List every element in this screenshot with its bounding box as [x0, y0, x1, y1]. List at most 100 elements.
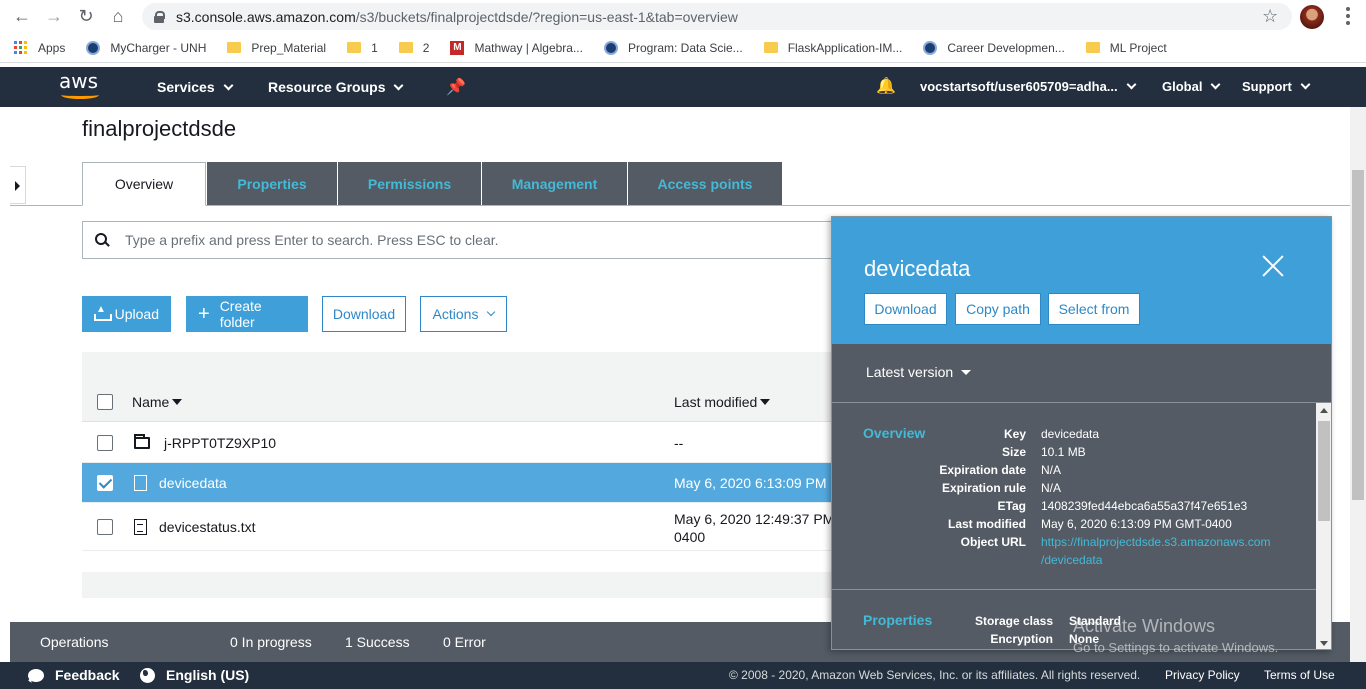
services-menu[interactable]: Services [157, 79, 234, 95]
properties-section-title: Properties [863, 612, 933, 628]
folder-icon [227, 42, 242, 53]
profile-avatar[interactable] [1300, 5, 1324, 29]
scroll-up-icon[interactable] [1320, 408, 1328, 413]
table-row[interactable]: devicestatus.txt May 6, 2020 12:49:37 PM… [82, 503, 842, 551]
bookmark-mycharger[interactable]: MyCharger - UNH [86, 40, 206, 55]
chevron-down-icon [1211, 79, 1221, 90]
table-header: Name Last modified [82, 382, 842, 422]
version-selector[interactable]: Latest version [832, 344, 1331, 403]
upload-button[interactable]: Upload [82, 296, 171, 332]
tab-management[interactable]: Management [482, 162, 628, 205]
panel-scrollbar[interactable] [1316, 403, 1331, 649]
operations-success: 1 Success [345, 634, 410, 650]
privacy-policy-link[interactable]: Privacy Policy [1165, 668, 1240, 682]
aws-navbar: aws Services Resource Groups 📌 🔔 vocstar… [0, 67, 1366, 107]
select-all-checkbox[interactable] [97, 394, 113, 410]
row-checkbox[interactable] [97, 519, 113, 535]
panel-body: Overview Key devicedata Size 10.1 MB Exp… [832, 403, 1317, 649]
kv-key: Object URL [960, 535, 1026, 549]
table-row-selected[interactable]: devicedata May 6, 2020 6:13:09 PM [82, 463, 842, 503]
col-name-header[interactable]: Name [132, 394, 183, 410]
language-selector[interactable]: English (US) [166, 667, 249, 683]
tab-permissions[interactable]: Permissions [338, 162, 482, 205]
chevron-down-icon [394, 80, 404, 91]
select-from-button[interactable]: Select from [1048, 293, 1140, 325]
actions-dropdown[interactable]: Actions [420, 296, 507, 332]
version-label[interactable]: Latest version [866, 364, 972, 380]
windows-watermark-title: Activate Windows [1073, 616, 1216, 636]
tabs-divider [10, 205, 1350, 206]
row-name[interactable]: devicestatus.txt [159, 519, 256, 535]
browser-menu-icon[interactable] [1340, 5, 1356, 27]
scroll-down-icon[interactable] [1320, 641, 1328, 646]
folder-icon [1085, 42, 1100, 53]
chevron-down-icon [223, 80, 234, 91]
bookmark-mathway[interactable]: M Mathway | Algebra... [450, 40, 583, 55]
mathway-icon: M [450, 40, 465, 55]
download-button[interactable]: Download [322, 296, 406, 332]
col-modified-header[interactable]: Last modified [674, 394, 771, 410]
page-scrollbar[interactable] [1350, 107, 1366, 662]
kv-value: N/A [1041, 481, 1062, 495]
panel-scrollbar-thumb[interactable] [1318, 421, 1330, 521]
row-name[interactable]: devicedata [159, 475, 227, 491]
folder-icon [398, 42, 413, 53]
terms-of-use-link[interactable]: Terms of Use [1264, 668, 1335, 682]
object-url-link-cont[interactable]: /devicedata [1041, 553, 1102, 567]
scrollbar-thumb[interactable] [1352, 170, 1364, 500]
close-icon[interactable] [1261, 254, 1285, 278]
tab-overview[interactable]: Overview [82, 162, 206, 206]
bell-icon[interactable]: 🔔 [876, 76, 896, 96]
forward-icon[interactable]: → [38, 0, 70, 33]
bookmark-flask[interactable]: FlaskApplication-IM... [763, 41, 902, 55]
bookmark-ml-project[interactable]: ML Project [1085, 41, 1167, 55]
panel-title: devicedata [864, 256, 971, 281]
bookmark-career[interactable]: Career Developmen... [923, 40, 1065, 55]
bookmark-prep-material[interactable]: Prep_Material [227, 41, 326, 55]
bookmark-star-icon[interactable]: ☆ [1262, 6, 1278, 27]
tab-properties[interactable]: Properties [207, 162, 338, 205]
pin-icon[interactable]: 📌 [446, 77, 466, 97]
kv-key: Size [1001, 445, 1026, 459]
feedback-link[interactable]: Feedback [55, 667, 120, 683]
row-checkbox-checked[interactable] [97, 475, 113, 491]
object-details-panel: devicedata Download Copy path Select fro… [831, 216, 1332, 650]
row-checkbox[interactable] [97, 435, 113, 451]
operations-error: 0 Error [443, 634, 486, 650]
back-icon[interactable]: ← [6, 0, 38, 33]
region-menu[interactable]: Global [1162, 79, 1221, 94]
bookmark-program[interactable]: Program: Data Scie... [603, 40, 743, 55]
kv-key: Key [1003, 427, 1026, 441]
table-footer-band [82, 572, 842, 598]
search-input[interactable]: Type a prefix and press Enter to search.… [82, 221, 842, 259]
object-url-link[interactable]: https://finalprojectdsde.s3.amazonaws.co… [1041, 535, 1270, 549]
resource-groups-menu[interactable]: Resource Groups [268, 79, 404, 95]
tab-access-points[interactable]: Access points [628, 162, 783, 205]
chevron-down-icon [1126, 79, 1137, 90]
kv-key: Last modified [947, 517, 1026, 531]
windows-watermark-subtitle: Go to Settings to activate Windows. [1073, 640, 1279, 655]
folder-icon [134, 434, 150, 449]
copy-path-button[interactable]: Copy path [955, 293, 1041, 325]
row-modified: May 6, 2020 12:49:37 PM [674, 511, 835, 527]
create-folder-button[interactable]: + Create folder [186, 296, 308, 332]
row-name[interactable]: j-RPPT0TZ9XP10 [164, 435, 276, 451]
bookmark-1[interactable]: 1 [347, 41, 378, 55]
section-divider [832, 589, 1317, 590]
table-toolbar-band [82, 352, 842, 382]
site-icon [86, 40, 101, 55]
lock-icon [154, 10, 165, 23]
panel-download-button[interactable]: Download [864, 293, 947, 325]
table-row[interactable]: j-RPPT0TZ9XP10 -- [82, 423, 842, 463]
aws-logo[interactable]: aws [59, 71, 103, 103]
file-icon [134, 475, 147, 491]
home-icon[interactable]: ⌂ [102, 0, 134, 33]
account-menu[interactable]: vocstartsoft/user605709=adha... [920, 79, 1137, 94]
support-menu[interactable]: Support [1242, 79, 1311, 94]
address-bar[interactable]: s3.console.aws.amazon.com/s3/buckets/fin… [142, 3, 1292, 30]
sidebar-toggle[interactable] [10, 166, 26, 204]
reload-icon[interactable]: ↻ [70, 0, 102, 33]
bookmark-apps[interactable]: Apps [14, 40, 65, 55]
bookmarks-bar: Apps MyCharger - UNH Prep_Material 1 2 M… [0, 33, 1366, 63]
bookmark-2[interactable]: 2 [398, 41, 429, 55]
